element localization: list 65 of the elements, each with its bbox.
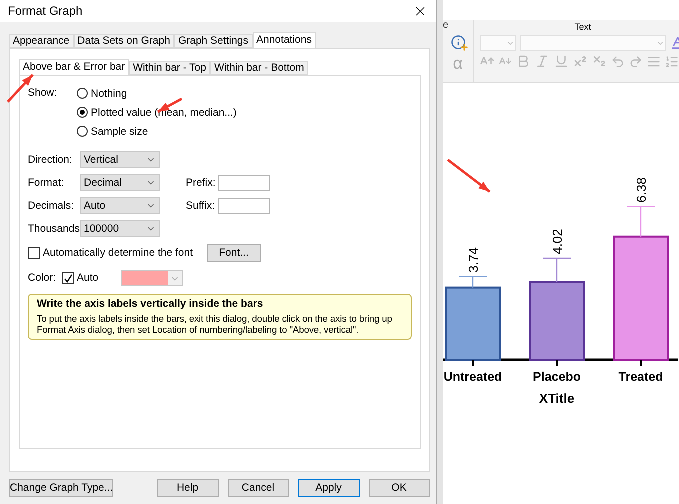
tab[interactable]: Graph Settings bbox=[174, 34, 252, 48]
axis-title: XTitle bbox=[539, 391, 575, 406]
field-label: Decimals: bbox=[28, 200, 76, 212]
dialog-button[interactable]: Apply bbox=[298, 479, 360, 497]
value-label: 4.02 bbox=[550, 229, 565, 254]
field-label: Color: bbox=[28, 272, 58, 284]
value-label: 6.38 bbox=[634, 178, 649, 203]
subscript-icon[interactable] bbox=[592, 54, 607, 69]
dropdown[interactable]: Auto bbox=[80, 197, 160, 214]
italic-icon[interactable] bbox=[535, 54, 550, 69]
field-label: Prefix: bbox=[186, 176, 217, 188]
dropdown[interactable]: Vertical bbox=[80, 151, 160, 168]
rotate-right-icon[interactable] bbox=[629, 54, 643, 68]
tip-text: To put the axis labels inside the bars, exit this dialog, double click on the axis to bring up Format Axis dialog, then set Location of numbering/labeling to "Above, vertical". bbox=[37, 313, 394, 335]
axis-tick bbox=[556, 360, 558, 366]
axis-tick bbox=[640, 360, 642, 366]
superscript-icon[interactable] bbox=[573, 54, 588, 69]
field-label: Thousands: bbox=[28, 222, 80, 234]
tab[interactable]: Within bar - Bottom bbox=[210, 61, 308, 75]
dialog-button[interactable]: Change Graph Type... bbox=[9, 479, 113, 497]
field-label: Format: bbox=[28, 176, 66, 188]
dropdown[interactable]: Decimal bbox=[80, 174, 160, 191]
checkbox[interactable] bbox=[28, 247, 40, 259]
input-field[interactable] bbox=[218, 174, 270, 190]
bold-icon[interactable] bbox=[516, 54, 531, 69]
checkbox-label: Auto bbox=[77, 272, 99, 284]
ribbon-label: e bbox=[443, 20, 449, 31]
font-button[interactable]: Font... bbox=[207, 244, 261, 262]
value-label: 3.74 bbox=[466, 248, 481, 273]
tab[interactable]: Within bar - Top bbox=[129, 61, 210, 75]
align-icon[interactable] bbox=[647, 54, 661, 68]
tip-title: Write the axis labels vertically inside the bars bbox=[37, 298, 264, 310]
field-label: Suffix: bbox=[186, 200, 216, 212]
rotate-left-icon[interactable] bbox=[611, 54, 625, 68]
category-label: Treated bbox=[618, 370, 664, 384]
tab[interactable]: Annotations bbox=[252, 32, 316, 48]
checkbox[interactable] bbox=[62, 272, 74, 284]
tab[interactable]: Above bar & Error bar bbox=[19, 59, 130, 75]
dropdown[interactable]: 100000 bbox=[80, 220, 160, 237]
dialog-button[interactable]: OK bbox=[368, 479, 430, 497]
dialog-button[interactable]: Help bbox=[157, 479, 218, 497]
error-bar bbox=[627, 206, 655, 237]
error-bar bbox=[543, 258, 571, 282]
category-label: Untreated bbox=[444, 370, 502, 384]
group-label: Text bbox=[574, 22, 592, 32]
color-picker[interactable] bbox=[120, 270, 183, 286]
tab[interactable]: Appearance bbox=[9, 34, 74, 48]
field-label: Show: bbox=[28, 86, 58, 101]
dropdown[interactable] bbox=[480, 35, 516, 51]
checkbox-label: Automatically determine the font bbox=[43, 247, 193, 259]
dropdown[interactable] bbox=[520, 35, 666, 51]
annotation-arrow bbox=[447, 159, 491, 193]
field-label: Direction: bbox=[28, 154, 74, 166]
radio-option[interactable]: Sample size bbox=[77, 122, 237, 141]
window-title: Format Graph bbox=[8, 4, 83, 18]
axis-tick bbox=[472, 360, 474, 366]
dialog-button[interactable]: Cancel bbox=[228, 479, 289, 497]
line-spacing-icon[interactable] bbox=[665, 54, 679, 68]
info-icon[interactable] bbox=[450, 35, 466, 50]
error-bar bbox=[459, 276, 487, 288]
input-field[interactable] bbox=[218, 198, 270, 214]
underline-icon[interactable] bbox=[554, 54, 569, 69]
tab[interactable]: Data Sets on Graph bbox=[74, 34, 174, 48]
radio-option[interactable]: Nothing bbox=[77, 84, 237, 103]
category-label: Placebo bbox=[533, 370, 581, 384]
